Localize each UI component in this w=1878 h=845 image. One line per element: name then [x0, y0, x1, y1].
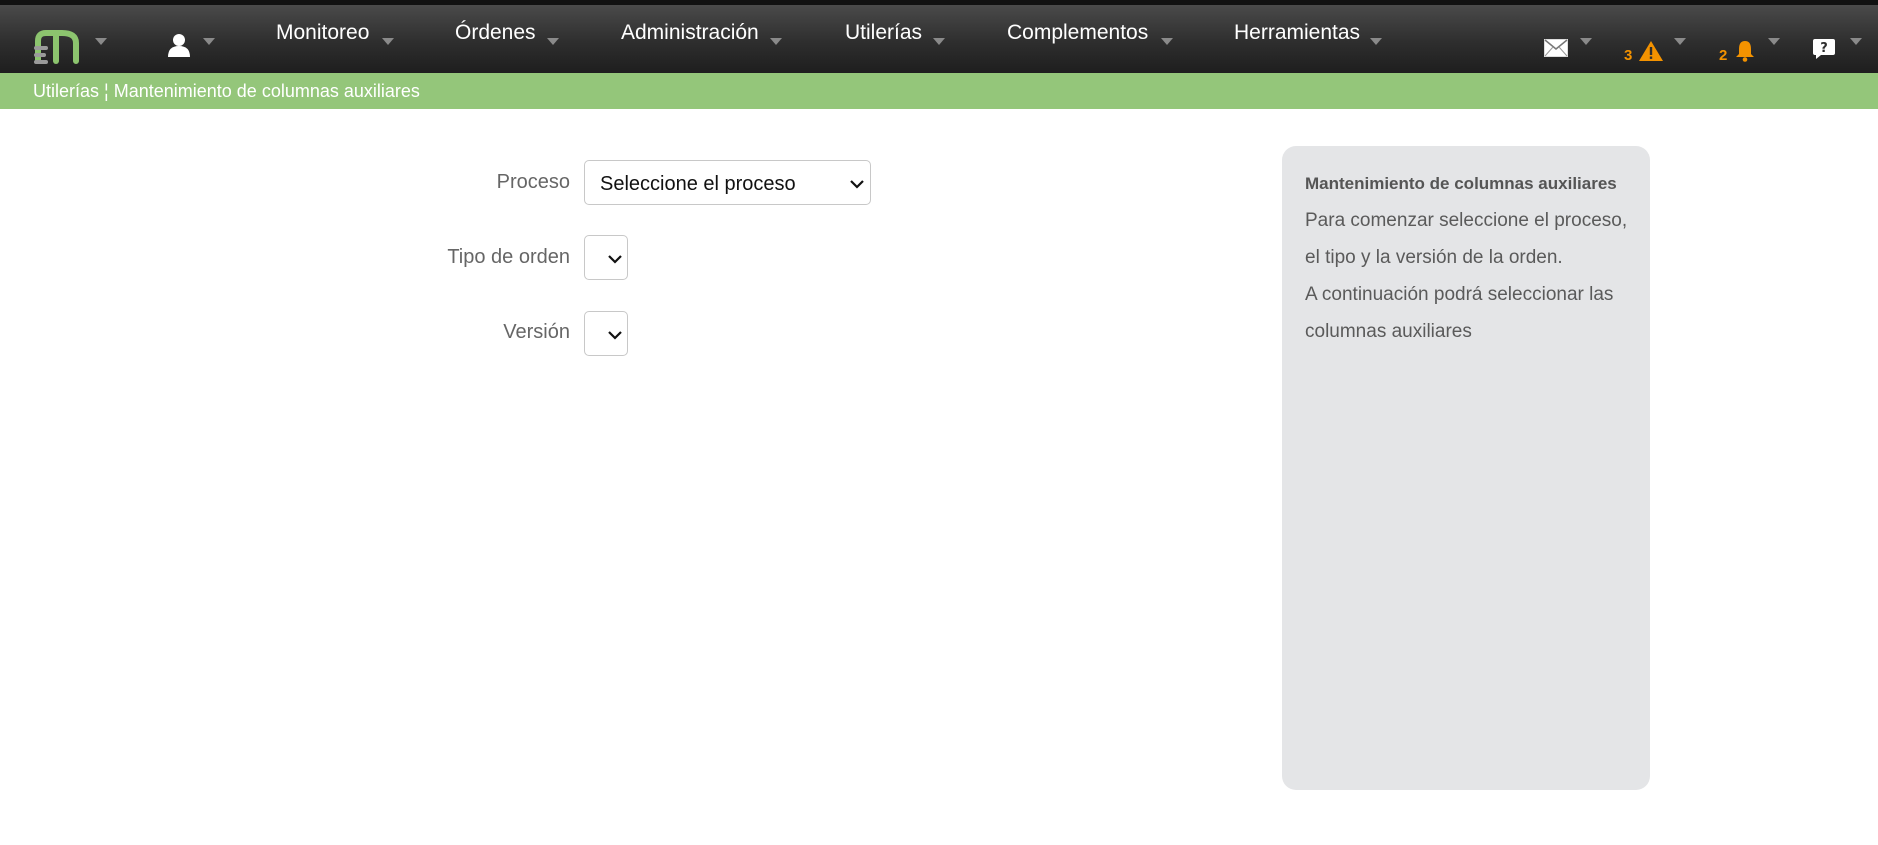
- app-logo-icon[interactable]: [32, 27, 84, 67]
- breadcrumb-current-page: Mantenimiento de columnas auxiliares: [113, 81, 420, 101]
- help-paragraph-2: A continuación podrá seleccionar las col…: [1305, 284, 1614, 342]
- chevron-down-icon: [933, 38, 945, 45]
- nav-monitoreo-label: Monitoreo: [276, 21, 370, 44]
- notifications-button[interactable]: 2: [1716, 5, 1784, 73]
- version-label: Versión: [503, 321, 570, 343]
- alerts-button[interactable]: 3: [1620, 5, 1688, 73]
- chevron-down-icon: [608, 331, 622, 340]
- chevron-down-icon: [1674, 38, 1686, 45]
- chevron-down-icon: [1580, 38, 1592, 45]
- chevron-down-icon: [547, 38, 559, 45]
- nav-utilerias-label: Utilerías: [845, 21, 923, 44]
- breadcrumb-separator: ¦: [104, 81, 109, 101]
- nav-monitoreo[interactable]: Monitoreo: [276, 5, 394, 73]
- messages-button[interactable]: [1542, 5, 1598, 73]
- version-select[interactable]: [584, 311, 628, 356]
- nav-complementos[interactable]: Complementos: [1007, 5, 1173, 73]
- bell-icon: [1736, 41, 1754, 62]
- breadcrumb-section-link[interactable]: Utilerías: [33, 81, 99, 101]
- breadcrumb: Utilerías ¦ Mantenimiento de columnas au…: [0, 73, 1878, 109]
- proceso-select-value: Seleccione el proceso: [600, 173, 796, 195]
- nav-complementos-label: Complementos: [1007, 21, 1149, 44]
- mail-icon: [1544, 39, 1568, 57]
- nav-herramientas-label: Herramientas: [1234, 21, 1361, 44]
- warning-icon: [1639, 41, 1663, 61]
- svg-text:?: ?: [1820, 41, 1828, 56]
- chevron-down-icon: [770, 38, 782, 45]
- nav-administracion-label: Administración: [621, 21, 759, 44]
- top-navbar: Monitoreo Órdenes Administración Utilerí…: [0, 0, 1878, 73]
- nav-ordenes[interactable]: Órdenes: [455, 5, 559, 73]
- tipo-orden-select[interactable]: [584, 235, 628, 280]
- nav-ordenes-label: Órdenes: [455, 21, 536, 44]
- proceso-select[interactable]: Seleccione el proceso: [584, 160, 871, 205]
- alerts-count: 3: [1624, 47, 1633, 64]
- help-icon: ?: [1813, 39, 1835, 59]
- tipo-orden-label: Tipo de orden: [447, 246, 570, 268]
- nav-herramientas[interactable]: Herramientas: [1234, 5, 1382, 73]
- chevron-down-icon: [850, 180, 864, 189]
- chevron-down-icon: [608, 255, 622, 264]
- help-paragraph-1: Para comenzar seleccione el proceso, el …: [1305, 210, 1628, 268]
- chevron-down-icon: [382, 38, 394, 45]
- user-menu[interactable]: [165, 5, 225, 73]
- help-title: Mantenimiento de columnas auxiliares: [1305, 174, 1617, 193]
- chevron-down-icon: [1850, 38, 1862, 45]
- nav-administracion[interactable]: Administración: [621, 5, 782, 73]
- notifications-count: 2: [1719, 47, 1728, 64]
- nav-utilerias[interactable]: Utilerías: [845, 5, 945, 73]
- chevron-down-icon: [1370, 38, 1382, 45]
- proceso-label: Proceso: [496, 171, 570, 193]
- user-icon: [168, 34, 190, 57]
- help-button[interactable]: ?: [1812, 5, 1872, 73]
- chevron-down-icon: [1161, 38, 1173, 45]
- chevron-down-icon: [203, 38, 215, 45]
- help-panel: Mantenimiento de columnas auxiliares Par…: [1282, 146, 1650, 790]
- chevron-down-icon: [1768, 38, 1780, 45]
- logo-dropdown-caret[interactable]: [95, 38, 107, 45]
